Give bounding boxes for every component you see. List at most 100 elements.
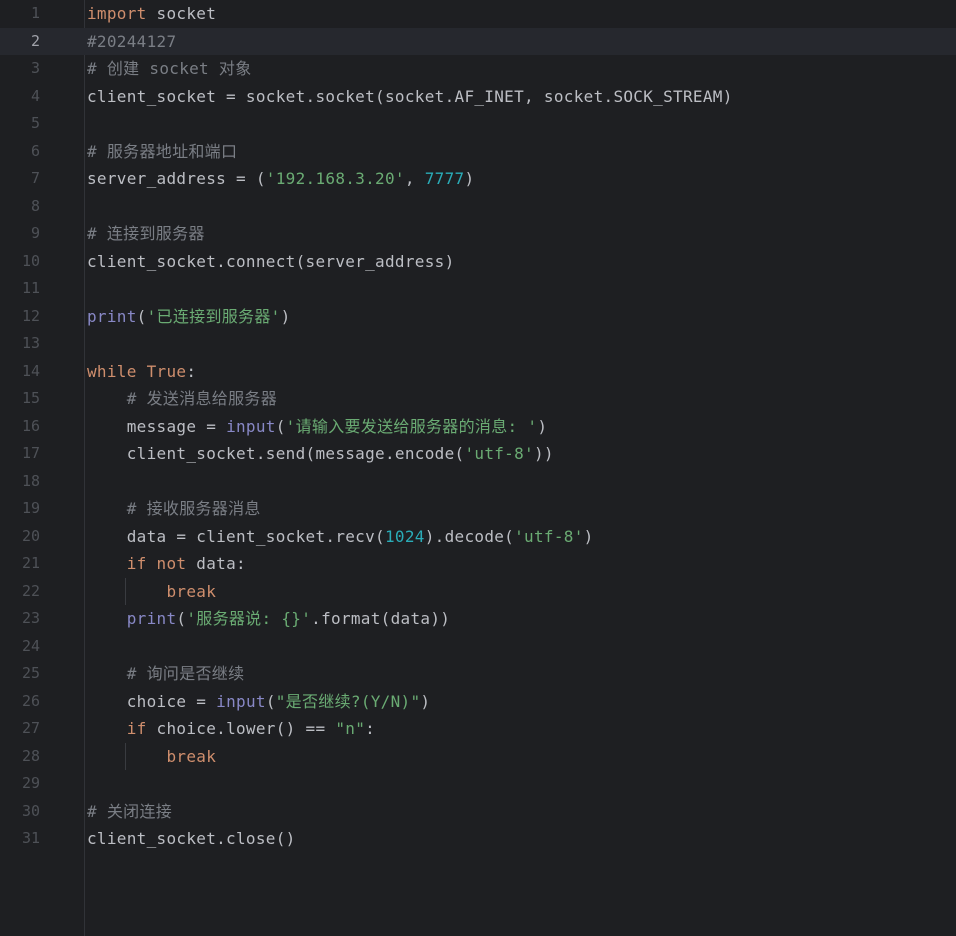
code-line[interactable]: 15 # 发送消息给服务器 (0, 385, 956, 413)
line-number: 20 (21, 526, 40, 545)
line-number: 21 (21, 554, 40, 572)
code-text: # 询问是否继续 (87, 660, 244, 688)
code-token: data = client_socket.recv( (87, 526, 385, 546)
code-text: client_socket.connect(server_address) (87, 248, 455, 276)
code-token: break (166, 581, 217, 601)
code-line[interactable]: 2 #20244127 (0, 27, 956, 55)
line-number: 7 (30, 169, 40, 187)
line-number: 14 (21, 361, 40, 380)
code-line[interactable]: 22 break (0, 577, 956, 606)
code-token: 'utf-8' (464, 444, 534, 463)
line-number: 13 (21, 334, 40, 352)
code-token: while (87, 361, 137, 381)
line-number: 16 (21, 416, 40, 435)
code-line[interactable]: 6 # 服务器地址和端口 (0, 138, 956, 166)
code-line[interactable]: 26 choice = input("是否继续?(Y/N)") (0, 688, 956, 716)
code-token: "是否继续?(Y/N)" (275, 691, 421, 711)
code-token: print (87, 306, 137, 326)
code-token: message = (87, 416, 227, 436)
code-line[interactable]: 28 break (0, 742, 956, 770)
code-text: # 连接到服务器 (87, 220, 205, 248)
code-token: '192.168.3.20' (265, 169, 405, 188)
code-token: if (126, 554, 147, 573)
code-token: .format(data)) (311, 609, 451, 628)
code-token: print (126, 609, 177, 628)
code-line[interactable]: 16 message = input('请输入要发送给服务器的消息: ') (0, 413, 956, 441)
code-text: # 接收服务器消息 (87, 495, 261, 523)
code-token: #20244127 (87, 31, 177, 51)
code-line[interactable]: 23 print('服务器说: {}'.format(data)) (0, 605, 956, 633)
line-number: 11 (21, 279, 40, 297)
code-text: choice = input("是否继续?(Y/N)") (87, 688, 430, 716)
code-token: data: (186, 554, 246, 573)
code-text: # 发送消息给服务器 (87, 385, 277, 413)
code-text: client_socket.send(message.encode('utf-8… (87, 440, 554, 468)
code-line[interactable]: 21 if not data: (0, 550, 956, 578)
code-line[interactable]: 12 print('已连接到服务器') (0, 303, 956, 331)
code-line[interactable]: 29 (0, 770, 956, 798)
code-lines[interactable]: 1 import socket 2 #20244127 3 # 创建 socket 对象 4… (0, 0, 956, 853)
code-token: ) (464, 169, 475, 188)
code-token: ) (583, 526, 594, 546)
code-token: # 关闭连接 (87, 801, 173, 821)
line-number: 9 (30, 224, 40, 242)
code-line[interactable]: 30 # 关闭连接 (0, 798, 956, 826)
code-line[interactable]: 25 # 询问是否继续 (0, 660, 956, 688)
code-text: # 创建 socket 对象 (87, 55, 252, 83)
code-token: # 创建 socket 对象 (87, 59, 252, 78)
code-token: client_socket.connect(server_address) (87, 251, 455, 271)
code-line[interactable]: 24 (0, 633, 956, 661)
code-token: 7777 (424, 169, 465, 188)
code-line[interactable]: 4 client_socket = socket.socket(socket.AF… (0, 83, 956, 111)
line-number: 1 (30, 4, 40, 22)
code-text: # 关闭连接 (87, 798, 172, 826)
code-line[interactable]: 14 while True: (0, 358, 956, 386)
code-line[interactable]: 27 if choice.lower() == "n": (0, 715, 956, 743)
code-line[interactable]: 3 # 创建 socket 对象 (0, 55, 956, 83)
code-line[interactable]: 11 (0, 275, 956, 303)
code-line[interactable]: 31 client_socket.close() (0, 825, 956, 853)
line-number: 8 (30, 196, 40, 215)
code-text: client_socket.close() (87, 825, 296, 853)
line-number: 19 (21, 499, 40, 517)
code-line[interactable]: 19 # 接收服务器消息 (0, 495, 956, 523)
code-token: choice = (87, 691, 217, 711)
code-line[interactable]: 13 (0, 330, 956, 358)
code-text: server_address = ('192.168.3.20', 7777) (87, 165, 474, 193)
code-line[interactable]: 9 # 连接到服务器 (0, 220, 956, 248)
code-token: ) (420, 691, 431, 711)
code-token: client_socket.close() (87, 829, 296, 848)
code-token: import (87, 4, 147, 23)
code-line[interactable]: 1 import socket (0, 0, 956, 28)
code-token: ( (136, 306, 147, 326)
code-editor[interactable]: 1 import socket 2 #20244127 3 # 创建 socket 对象 4… (0, 0, 956, 936)
line-number: 25 (21, 664, 40, 682)
line-number: 5 (30, 114, 40, 132)
code-token: input (216, 691, 266, 711)
code-line[interactable]: 20 data = client_socket.recv(1024).decod… (0, 523, 956, 551)
code-token: 1024 (384, 526, 425, 546)
code-line[interactable]: 5 (0, 110, 956, 138)
code-text: client_socket = socket.socket(socket.AF_… (87, 83, 733, 111)
code-line[interactable]: 8 (0, 193, 956, 221)
code-text: message = input('请输入要发送给服务器的消息: ') (87, 413, 547, 441)
line-number: 6 (30, 141, 40, 160)
code-line[interactable]: 18 (0, 468, 956, 496)
code-token: '请输入要发送给服务器的消息: ' (285, 416, 538, 436)
code-text: break (87, 578, 216, 606)
code-token: : (186, 361, 197, 381)
code-line[interactable]: 7 server_address = ('192.168.3.20', 7777) (0, 165, 956, 193)
code-token: # 服务器地址和端口 (87, 141, 238, 161)
code-line[interactable]: 17 client_socket.send(message.encode('ut… (0, 440, 956, 468)
code-text: import socket (87, 0, 216, 28)
code-token: client_socket.send(message.encode( (87, 444, 465, 463)
code-line[interactable]: 10 client_socket.connect(server_address) (0, 248, 956, 276)
code-token: input (226, 416, 276, 436)
code-token: break (166, 746, 217, 766)
line-number: 15 (21, 389, 40, 407)
